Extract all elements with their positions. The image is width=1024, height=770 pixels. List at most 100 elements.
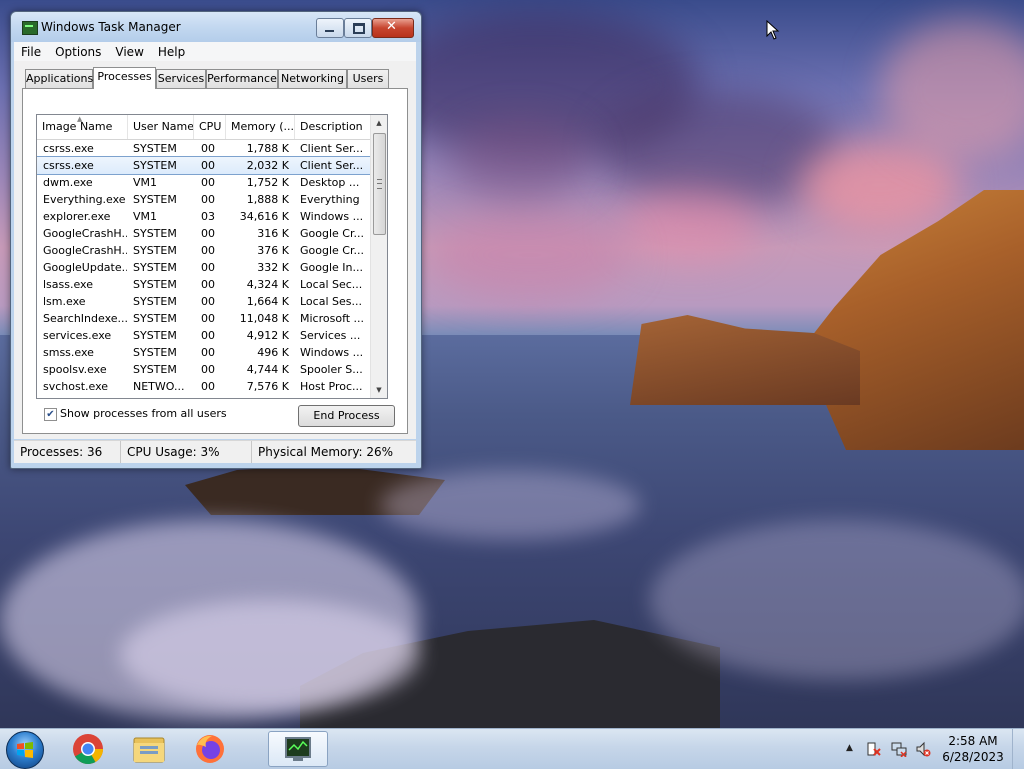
column-memory[interactable]: Memory (... [226,115,295,139]
menu-options[interactable]: Options [48,42,108,60]
cell-memory: 1,664 K [246,295,289,308]
table-row[interactable]: csrss.exe SYSTEM 00 2,032 K Client Ser..… [37,156,371,175]
table-row[interactable]: GoogleCrashH... SYSTEM 00 316 K Google C… [37,225,370,242]
process-list[interactable]: ▲ Image Name User Name CPU Memory (... D… [36,114,388,399]
cell-image-name: dwm.exe [43,176,93,189]
file-explorer-icon [133,737,165,763]
start-button[interactable] [6,731,44,769]
cell-image-name: GoogleUpdate... [43,261,127,274]
table-row[interactable]: GoogleCrashH... SYSTEM 00 376 K Google C… [37,242,370,259]
table-row[interactable]: GoogleUpdate... SYSTEM 00 332 K Google I… [37,259,370,276]
cell-cpu: 03 [201,210,215,223]
taskbar-chrome[interactable] [60,731,116,767]
taskbar: ▲ 2:58 AM 6/28/2023 [0,728,1024,769]
cell-cpu: 00 [201,261,215,274]
table-row[interactable]: dwm.exe VM1 00 1,752 K Desktop ... [37,174,370,191]
cell-image-name: explorer.exe [43,210,111,223]
cell-cpu: 00 [201,380,215,393]
cell-user-name: SYSTEM [133,244,177,257]
table-row[interactable]: lsass.exe SYSTEM 00 4,324 K Local Sec... [37,276,370,293]
taskbar-task-manager[interactable] [268,731,328,767]
firefox-icon [196,735,224,763]
show-all-users-checkbox[interactable]: ✔ [44,408,57,421]
vertical-scrollbar[interactable]: ▲ ▼ [370,115,387,398]
cell-user-name: NETWO... [133,380,185,393]
cell-description: Google Cr... [300,244,364,257]
action-center-icon[interactable] [866,741,882,757]
cell-cpu: 00 [201,363,215,376]
table-row[interactable]: SearchIndexe... SYSTEM 00 11,048 K Micro… [37,310,370,327]
show-hidden-icons-icon[interactable]: ▲ [846,743,853,753]
cell-user-name: VM1 [133,210,158,223]
tab-performance[interactable]: Performance [206,69,278,88]
mouse-cursor-icon [766,20,780,40]
cell-user-name: SYSTEM [133,329,177,342]
cell-cpu: 00 [201,346,215,359]
cell-description: Desktop ... [300,176,360,189]
tab-networking[interactable]: Networking [278,69,347,88]
minimize-button[interactable] [316,18,344,38]
status-physical-memory: Physical Memory: 26% [258,445,394,459]
show-all-users-label[interactable]: Show processes from all users [60,407,227,420]
scroll-down-icon[interactable]: ▼ [371,382,387,398]
cell-cpu: 00 [201,142,215,155]
cell-user-name: SYSTEM [133,142,177,155]
table-row[interactable]: spoolsv.exe SYSTEM 00 4,744 K Spooler S.… [37,361,370,378]
task-manager-icon [22,21,38,35]
menu-view[interactable]: View [108,42,150,60]
tab-services[interactable]: Services [156,69,206,88]
clock-time[interactable]: 2:58 AM [938,734,1008,748]
cell-cpu: 00 [201,244,215,257]
cell-image-name: GoogleCrashH... [43,227,127,240]
cell-memory: 332 K [257,261,289,274]
cell-user-name: SYSTEM [133,227,177,240]
network-icon[interactable] [891,741,907,757]
cell-image-name: GoogleCrashH... [43,244,127,257]
cell-cpu: 00 [201,312,215,325]
scroll-thumb[interactable] [373,133,386,235]
column-image-name[interactable]: ▲ Image Name [37,115,128,139]
cell-description: Client Ser... [300,159,364,172]
window-client-area: Applications Processes Services Performa… [14,61,416,439]
cell-memory: 11,048 K [239,312,289,325]
scroll-up-icon[interactable]: ▲ [371,115,387,131]
maximize-button[interactable] [344,18,372,38]
table-row[interactable]: lsm.exe SYSTEM 00 1,664 K Local Ses... [37,293,370,310]
column-cpu[interactable]: CPU [194,115,226,139]
table-row[interactable]: services.exe SYSTEM 00 4,912 K Services … [37,327,370,344]
cell-memory: 34,616 K [239,210,289,223]
column-user-name[interactable]: User Name [128,115,194,139]
grip-icon [377,179,382,189]
table-row[interactable]: smss.exe SYSTEM 00 496 K Windows ... [37,344,370,361]
clock-date[interactable]: 6/28/2023 [938,750,1008,764]
status-bar: Processes: 36 CPU Usage: 3% Physical Mem… [14,440,416,463]
table-row[interactable]: Everything.exe SYSTEM 00 1,888 K Everyth… [37,191,370,208]
table-row[interactable]: explorer.exe VM1 03 34,616 K Windows ... [37,208,370,225]
column-description[interactable]: Description [295,115,370,139]
status-cpu-usage: CPU Usage: 3% [121,441,252,463]
taskbar-firefox[interactable] [182,731,238,767]
cell-user-name: SYSTEM [133,295,177,308]
close-button[interactable] [372,18,414,38]
table-row[interactable]: svchost.exe NETWO... 00 7,576 K Host Pro… [37,378,370,395]
end-process-button[interactable]: End Process [298,405,395,427]
task-manager-window: Windows Task Manager FileOptionsViewHelp… [10,11,422,469]
tab-applications[interactable]: Applications [25,69,93,88]
cell-user-name: SYSTEM [133,159,177,172]
cell-memory: 376 K [257,244,289,257]
menu-bar: File Options View Help [14,42,416,61]
taskbar-file-explorer[interactable] [121,731,177,767]
cell-description: Microsoft ... [300,312,365,325]
menu-file[interactable]: File [14,42,48,60]
menu-help[interactable]: Help [151,42,192,60]
cell-image-name: SearchIndexe... [43,312,127,325]
tab-processes[interactable]: Processes [93,67,156,89]
cell-user-name: SYSTEM [133,278,177,291]
tab-users[interactable]: Users [347,69,389,88]
task-manager-icon [285,737,311,761]
cell-user-name: SYSTEM [133,193,177,206]
volume-muted-icon[interactable] [915,741,931,757]
show-desktop-button[interactable] [1012,729,1024,769]
table-row[interactable]: csrss.exe SYSTEM 00 1,788 K Client Ser..… [37,140,370,157]
title-bar[interactable]: Windows Task Manager [11,12,421,42]
